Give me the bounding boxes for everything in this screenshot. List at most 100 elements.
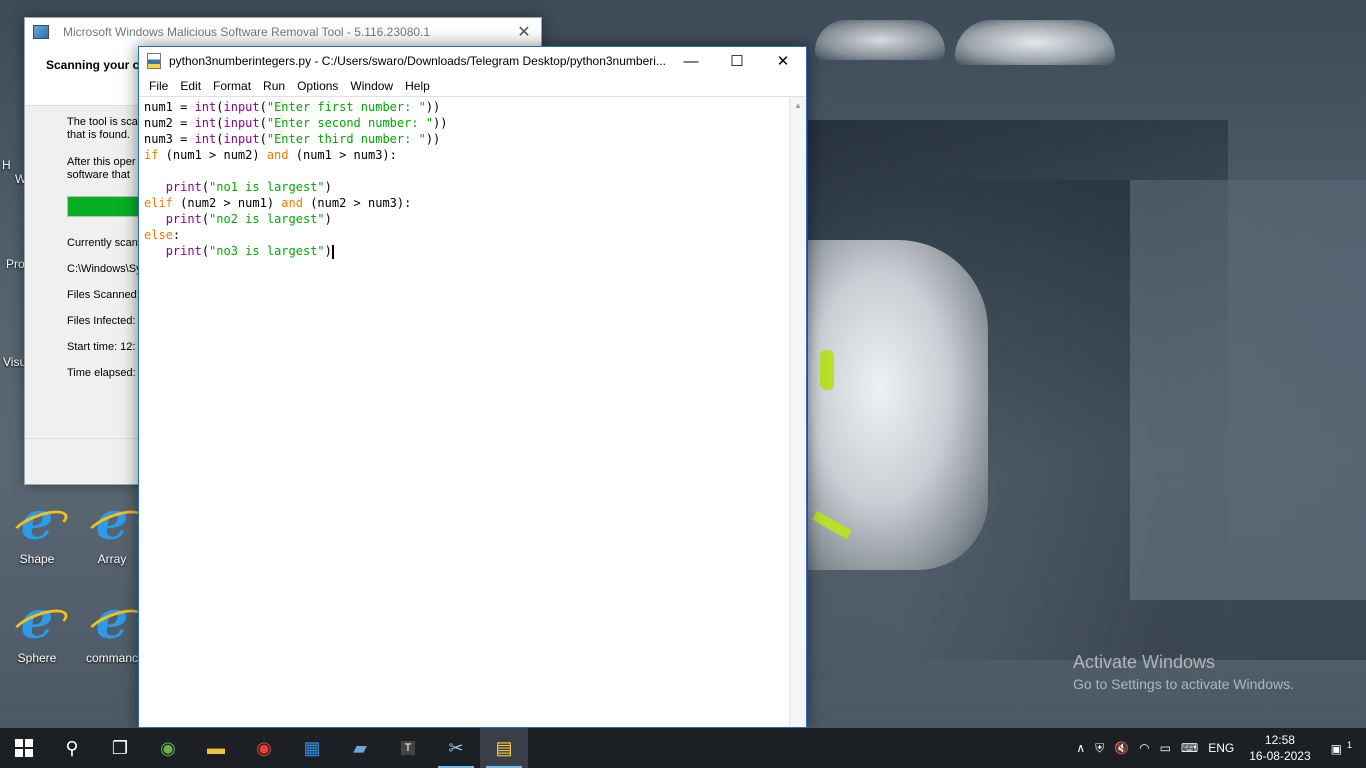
close-icon: ✕ xyxy=(776,53,790,70)
store-icon: ▦ xyxy=(303,737,321,758)
menu-options[interactable]: Options xyxy=(291,79,344,93)
code-token: "no1 is largest" xyxy=(209,180,325,194)
msrt-para2-line1: After this oper xyxy=(67,156,136,168)
taskbar-python-idle[interactable]: ▤ xyxy=(480,728,528,768)
task-view-button[interactable]: ❐ xyxy=(96,728,144,768)
code-token: elif xyxy=(144,196,173,210)
code-token: "Enter second number: " xyxy=(266,116,434,130)
idle-editor-window[interactable]: python3numberintegers.py - C:/Users/swar… xyxy=(138,46,807,728)
start-button[interactable] xyxy=(0,728,48,768)
code-token: print xyxy=(165,244,202,258)
code-token: input xyxy=(223,100,260,114)
code-token: ( xyxy=(201,180,210,194)
code-token: num1 = xyxy=(144,100,195,114)
internet-explorer-icon: e xyxy=(88,595,136,647)
taskbar-msrt[interactable]: ▰ xyxy=(336,728,384,768)
code-token: and xyxy=(281,196,303,210)
chrome-profile-icon: ◉ xyxy=(160,737,176,758)
wifi-icon[interactable]: ◠ xyxy=(1134,741,1154,755)
taskbar-file-explorer[interactable]: ▬ xyxy=(192,728,240,768)
desktop-icon-shape[interactable]: e Shape xyxy=(2,496,72,567)
code-token: (num1 > num2) xyxy=(158,148,267,162)
clock[interactable]: 12:58 16-08-2023 xyxy=(1239,732,1320,764)
close-button[interactable]: ✕ xyxy=(760,47,806,75)
clock-date: 16-08-2023 xyxy=(1249,749,1311,763)
msrt-para1-line1: The tool is scar xyxy=(67,116,142,128)
desktop-icon-partial-h[interactable]: H xyxy=(2,158,11,172)
code-token: input xyxy=(223,116,260,130)
code-token: ( xyxy=(216,100,224,114)
code-token: "no2 is largest" xyxy=(209,212,325,226)
snipping-icon: ✂ xyxy=(448,737,464,758)
activate-windows-watermark: Activate Windows Go to Settings to activ… xyxy=(1073,652,1294,692)
battery-icon[interactable]: ▭ xyxy=(1155,741,1176,755)
menu-run[interactable]: Run xyxy=(257,79,291,93)
menu-help[interactable]: Help xyxy=(399,79,436,93)
taskbar-store[interactable]: ▦ xyxy=(288,728,336,768)
file-explorer-icon: ▬ xyxy=(207,737,225,758)
chrome-icon: ◉ xyxy=(256,737,272,758)
window-controls: — ☐ ✕ xyxy=(668,47,806,75)
desktop-icon-label: commanc xyxy=(85,651,138,665)
speaker-muted-icon[interactable]: 🔇 xyxy=(1109,741,1134,755)
idle-titlebar[interactable]: python3numberintegers.py - C:/Users/swar… xyxy=(139,47,806,75)
taskbar-chrome[interactable]: ◉ xyxy=(240,728,288,768)
code-token: )) xyxy=(425,100,441,114)
activate-title: Activate Windows xyxy=(1073,652,1216,672)
code-token: ( xyxy=(259,132,267,146)
menu-window[interactable]: Window xyxy=(344,79,399,93)
notification-icon: ▣ xyxy=(1330,742,1342,756)
code-token: ( xyxy=(259,116,267,130)
wallpaper-car-distant-right xyxy=(955,20,1115,65)
msrt-header-text: Scanning your co xyxy=(46,58,147,72)
code-token: (num2 > num3): xyxy=(302,196,412,210)
code-token: (num2 > num1) xyxy=(172,196,282,210)
desktop-icon-command[interactable]: e commanc xyxy=(77,595,147,666)
show-hidden-icons-chevron-up-icon[interactable]: ∧ xyxy=(1071,741,1090,755)
maximize-button[interactable]: ☐ xyxy=(714,47,760,75)
code-line: elif (num2 > num1) and (num2 > num3): xyxy=(144,195,784,211)
desktop-icon-label: Sphere xyxy=(17,651,57,665)
system-tray: ∧ ⛨ 🔇 ◠ ▭ ⌨ ENG 12:58 16-08-2023 ▣ 1 xyxy=(1071,728,1366,768)
menu-format[interactable]: Format xyxy=(207,79,257,93)
code-token: else xyxy=(144,228,173,242)
desktop-icon-partial-pro[interactable]: Pro xyxy=(6,257,25,271)
code-editor[interactable]: num1 = int(input("Enter first number: ")… xyxy=(139,97,789,727)
scroll-up-arrow-icon[interactable]: ▲ xyxy=(790,97,806,114)
desktop-icon-sphere[interactable]: e Sphere xyxy=(2,595,72,666)
taskbar-typora[interactable]: T xyxy=(384,728,432,768)
menu-edit[interactable]: Edit xyxy=(174,79,207,93)
msrt-para1-line2: that is found. xyxy=(67,129,130,141)
editor-vertical-scrollbar[interactable]: ▲ xyxy=(789,97,806,727)
msrt-close-button[interactable]: ✕ xyxy=(507,18,541,46)
taskbar-chrome-profile[interactable]: ◉ xyxy=(144,728,192,768)
taskbar-snipping[interactable]: ✂ xyxy=(432,728,480,768)
desktop-icon-partial-visu[interactable]: Visu xyxy=(3,355,26,369)
minimize-button[interactable]: — xyxy=(668,47,714,75)
desktop-icon-label: Shape xyxy=(19,552,55,566)
python-file-icon xyxy=(147,53,161,69)
code-token: ( xyxy=(259,100,267,114)
search-button[interactable]: ⚲ xyxy=(48,728,96,768)
code-token: int xyxy=(194,100,217,114)
code-token: : xyxy=(172,228,181,242)
defender-icon[interactable]: ⛨ xyxy=(1090,741,1109,756)
language-indicator[interactable]: ENG xyxy=(1203,741,1239,755)
notification-center-button[interactable]: ▣ 1 xyxy=(1321,740,1366,756)
code-token: and xyxy=(266,148,289,162)
wallpaper-car-distant-left xyxy=(815,20,945,60)
code-token: num2 = xyxy=(144,116,195,130)
msrt-app-icon xyxy=(33,25,49,39)
idle-title: python3numberintegers.py - C:/Users/swar… xyxy=(169,54,666,68)
code-token: "no3 is largest" xyxy=(209,244,325,258)
scan-progress-fill xyxy=(68,197,140,216)
desktop-icon-array[interactable]: e Array xyxy=(77,496,147,567)
internet-explorer-icon: e xyxy=(13,496,61,548)
code-token: "Enter third number: " xyxy=(266,132,426,146)
keyboard-icon[interactable]: ⌨ xyxy=(1176,741,1203,755)
code-token: ( xyxy=(201,244,210,258)
menu-file[interactable]: File xyxy=(143,79,174,93)
internet-explorer-icon: e xyxy=(13,595,61,647)
code-token: "Enter first number: " xyxy=(266,100,426,114)
msrt-titlebar[interactable]: Microsoft Windows Malicious Software Rem… xyxy=(25,18,541,46)
